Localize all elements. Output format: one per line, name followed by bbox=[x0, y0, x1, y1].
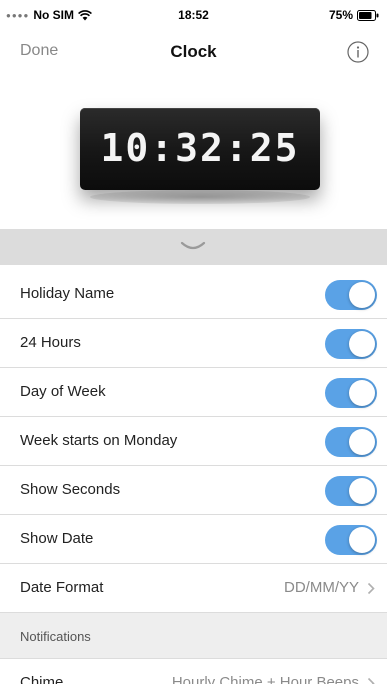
setting-label: Show Seconds bbox=[20, 481, 121, 498]
chime-value: Hourly Chime + Hour Beeps bbox=[171, 674, 359, 684]
status-bar: ●●●● No SIM 18:52 75% bbox=[0, 0, 387, 28]
setting-label: Show Date bbox=[20, 530, 94, 547]
device-shadow bbox=[90, 190, 310, 204]
holiday-name-toggle[interactable] bbox=[325, 280, 377, 310]
section-label: Notifications bbox=[20, 629, 91, 644]
settings-list: Holiday Name 24 Hours Day of Week Week s… bbox=[0, 270, 387, 684]
date-format-value: DD/MM/YY bbox=[284, 579, 359, 596]
toggle-knob bbox=[349, 282, 375, 308]
nav-bar: Done Clock bbox=[0, 30, 387, 74]
chevron-right-icon bbox=[367, 582, 375, 595]
setting-row-chime[interactable]: Chime Hourly Chime + Hour Beeps bbox=[0, 659, 387, 684]
toggle-knob bbox=[349, 331, 375, 357]
collapse-bar[interactable] bbox=[0, 229, 387, 265]
battery-percent: 75% bbox=[328, 8, 353, 22]
setting-label: Day of Week bbox=[20, 383, 106, 400]
notifications-section-header: Notifications bbox=[0, 613, 387, 659]
info-icon[interactable] bbox=[347, 41, 369, 63]
setting-label: Date Format bbox=[20, 579, 104, 596]
chevron-right-icon bbox=[367, 677, 375, 684]
setting-row-day-of-week: Day of Week bbox=[0, 368, 387, 417]
battery-icon bbox=[357, 9, 379, 21]
setting-row-holiday-name: Holiday Name bbox=[0, 270, 387, 319]
setting-row-date-format[interactable]: Date Format DD/MM/YY bbox=[0, 564, 387, 613]
toggle-knob bbox=[349, 478, 375, 504]
setting-row-show-seconds: Show Seconds bbox=[0, 466, 387, 515]
setting-row-show-date: Show Date bbox=[0, 515, 387, 564]
clock-display: 10:32:25 bbox=[100, 126, 300, 170]
setting-label: Chime bbox=[20, 674, 64, 684]
week-starts-monday-toggle[interactable] bbox=[325, 427, 377, 457]
day-of-week-toggle[interactable] bbox=[325, 378, 377, 408]
setting-label: Week starts on Monday bbox=[20, 432, 178, 449]
setting-row-24-hours: 24 Hours bbox=[0, 319, 387, 368]
setting-label: Holiday Name bbox=[20, 285, 115, 302]
clock-device-image: 10:32:25 bbox=[80, 108, 320, 190]
page-title: Clock bbox=[170, 42, 217, 61]
show-date-toggle[interactable] bbox=[325, 525, 377, 555]
device-preview: 10:32:25 bbox=[0, 90, 387, 230]
toggle-knob bbox=[349, 380, 375, 406]
toggle-knob bbox=[349, 429, 375, 455]
toggle-knob bbox=[349, 527, 375, 553]
setting-label: 24 Hours bbox=[20, 334, 81, 351]
setting-row-week-starts-monday: Week starts on Monday bbox=[0, 417, 387, 466]
chevron-down-icon[interactable] bbox=[180, 240, 206, 254]
24-hours-toggle[interactable] bbox=[325, 329, 377, 359]
status-right: 75% bbox=[329, 8, 379, 22]
show-seconds-toggle[interactable] bbox=[325, 476, 377, 506]
